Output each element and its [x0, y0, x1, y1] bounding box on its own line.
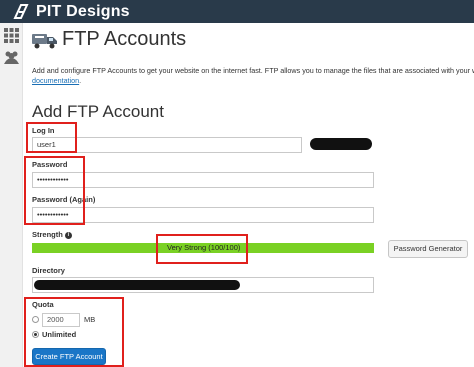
- section-title: Add FTP Account: [32, 102, 164, 121]
- description-end: .: [79, 76, 82, 85]
- highlight-strength: [156, 234, 248, 264]
- users-icon[interactable]: [4, 50, 19, 65]
- page-title: FTP Accounts: [62, 28, 187, 50]
- documentation-link[interactable]: documentation: [32, 76, 79, 85]
- grid-icon[interactable]: [4, 28, 19, 43]
- highlight-quota: [24, 297, 124, 367]
- ftp-truck-icon: [32, 34, 57, 49]
- highlight-passwords: [24, 156, 85, 225]
- brand[interactable]: PIT Designs: [12, 2, 130, 21]
- redacted-directory: [34, 280, 240, 290]
- password-generator-button[interactable]: Password Generator: [388, 240, 468, 258]
- page-description: Add and configure FTP Accounts to get yo…: [32, 66, 474, 75]
- info-icon[interactable]: i: [64, 231, 72, 239]
- highlight-login: [26, 122, 77, 153]
- description-line2: documentation.: [32, 76, 81, 86]
- redacted-domain: [310, 138, 372, 150]
- strength-label: Strength i: [32, 230, 72, 239]
- top-bar: PIT Designs: [0, 0, 474, 23]
- brand-name: PIT Designs: [36, 2, 130, 20]
- pit-designs-logo-icon: [13, 3, 29, 19]
- sidebar: [0, 23, 23, 367]
- directory-label: Directory: [32, 266, 65, 275]
- strength-label-text: Strength: [32, 230, 63, 239]
